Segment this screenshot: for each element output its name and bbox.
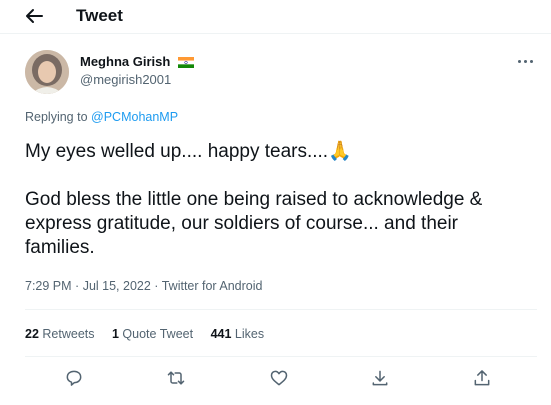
tweet-source[interactable]: Twitter for Android (162, 279, 263, 293)
meta-separator: · (154, 279, 159, 293)
meta-separator: · (75, 279, 80, 293)
tweet-line-2: God bless the little one being raised to… (25, 189, 483, 258)
retweets-stat[interactable]: 22 Retweets (25, 327, 95, 341)
top-bar: Tweet (0, 0, 551, 34)
retweet-icon[interactable] (166, 368, 190, 392)
retweets-count: 22 (25, 327, 39, 341)
share-icon[interactable] (472, 368, 496, 392)
tweet-stats: 22 Retweets 1 Quote Tweet 441 Likes (25, 327, 278, 341)
divider (25, 356, 537, 357)
like-icon[interactable] (269, 368, 293, 392)
likes-stat[interactable]: 441 Likes (211, 327, 265, 341)
back-arrow-icon[interactable] (25, 8, 43, 24)
replying-to-label: Replying to (25, 110, 88, 124)
quote-tweets-stat[interactable]: 1 Quote Tweet (112, 327, 193, 341)
quotes-label: Quote Tweet (122, 327, 194, 341)
tweet-date[interactable]: Jul 15, 2022 (83, 279, 151, 293)
page-title: Tweet (76, 6, 123, 25)
replying-to: Replying to @PCMohanMP (25, 110, 178, 124)
author-name[interactable]: Meghna Girish (80, 54, 194, 69)
reply-icon[interactable] (64, 368, 88, 392)
author-name-text: Meghna Girish (80, 54, 171, 69)
tweet-line-1: My eyes welled up.... happy tears....🙏 (25, 141, 352, 162)
avatar[interactable] (25, 50, 69, 94)
action-bar (0, 362, 551, 398)
tweet-meta: 7:29 PM · Jul 15, 2022 · Twitter for And… (25, 279, 262, 293)
divider (25, 309, 537, 310)
bookmark-icon[interactable] (370, 368, 394, 392)
retweets-label: Retweets (42, 327, 95, 341)
quotes-count: 1 (111, 327, 119, 341)
tweet-time[interactable]: 7:29 PM (25, 279, 72, 293)
india-flag-icon (177, 56, 194, 69)
reply-mention-link[interactable]: @PCMohanMP (91, 110, 178, 124)
more-options-icon[interactable] (516, 56, 536, 68)
author-handle[interactable]: @megirish2001 (80, 72, 171, 87)
tweet-text: My eyes welled up.... happy tears....🙏 G… (25, 140, 530, 260)
likes-label: Likes (234, 327, 265, 341)
likes-count: 441 (210, 327, 232, 341)
